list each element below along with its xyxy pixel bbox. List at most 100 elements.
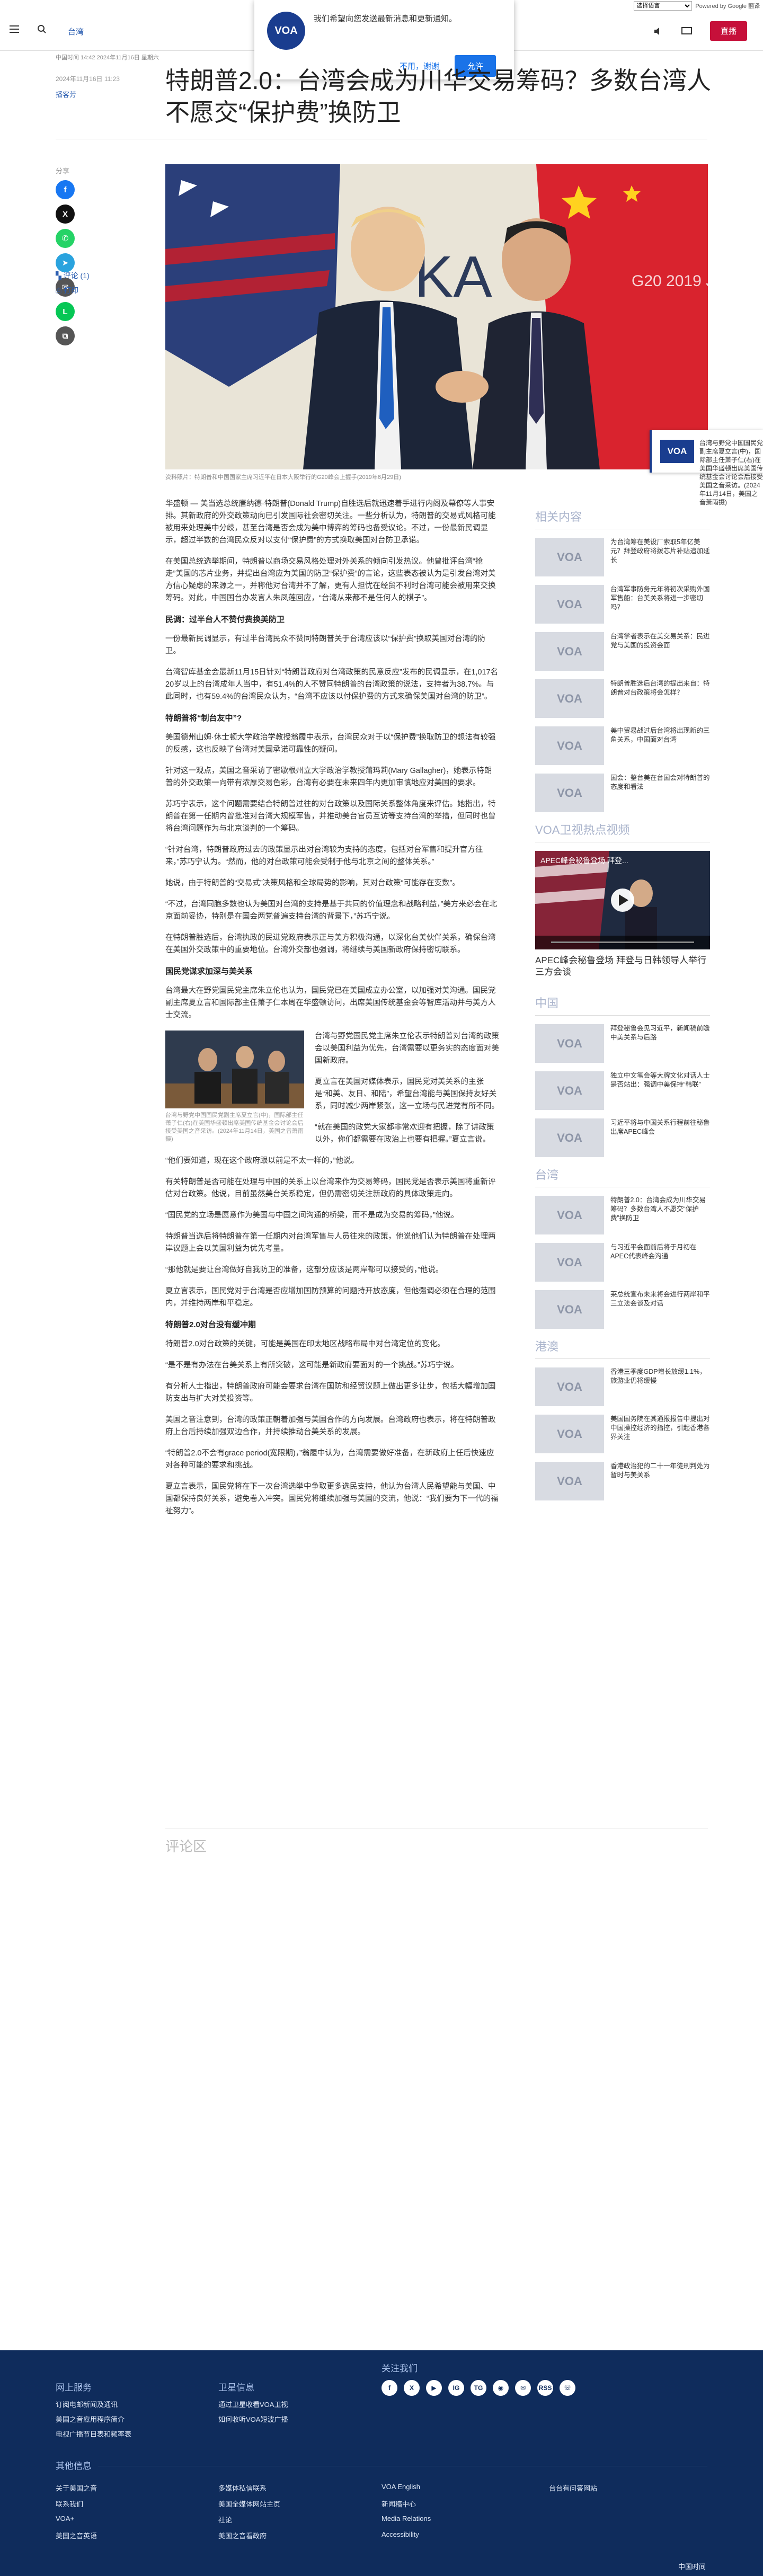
rss-icon[interactable]: RSS [537,2380,553,2396]
footer-link[interactable]: Accessibility [382,2530,419,2538]
footer-heading: 关注我们 [382,2364,418,2374]
comments-link[interactable]: ▚ 评论 (1) [56,270,90,281]
paragraph: 针对这一观点，美国之音采访了密歇根州立大学政治学教授蒲玛莉(Mary Galla… [165,767,492,787]
paragraph: 苏巧宁表示，这个问题需要结合特朗普过往的对台政策以及国际关系整体角度来评估。她指… [165,800,496,833]
related-item[interactable]: VOA 特朗普胜选后台湾的提出来自：特朗普对台政策将会怎样？ [535,679,710,718]
related-item[interactable]: VOA 美中贸易战过后台湾将出现新的三角关系，中国面对台湾 [535,726,710,765]
hk-heading: 港澳 [535,1337,710,1359]
social-icons: f X ▶ IG TG ◉ ✉ RSS ☏ [382,2380,575,2396]
phone-icon[interactable]: ☏ [560,2380,575,2396]
footer-link[interactable]: 新闻稿中心 [382,2499,416,2509]
footer-link[interactable]: 联系我们 [56,2499,83,2509]
tv-icon[interactable] [681,26,692,35]
section-link[interactable]: 台湾 [68,26,84,37]
footer-link[interactable]: 美国之音看政府 [218,2530,267,2541]
thumbnail: VOA [535,1196,604,1234]
floating-promo[interactable]: VOA 台湾与野党中国国民党副主席夏立言(中)，国际部主任萧子仁(右)在美国华盛… [650,430,763,506]
video-overlay-title: APEC峰会秘鲁登场 拜登... [540,856,628,865]
paragraph: 台湾智库基金会最新11月15日针对“特朗普政府对台湾政策的民意反应”发布的民调显… [165,668,499,701]
related-item[interactable]: VOA 国会：鉴台美在台国会对特朗普的态度和看法 [535,774,710,812]
footer-link[interactable]: 美国全媒体网站主页 [218,2499,280,2509]
taiwan-heading: 台湾 [535,1166,710,1187]
related-item[interactable]: VOA 台湾军事防务元年将初次采购外国军售船：台美关系将进一步密切吗？ [535,585,710,624]
footer-link[interactable]: 电视广播节目表和频率表 [56,2429,131,2439]
hk-item[interactable]: VOA 美国国务院在其通报报告中提出对中国操控经济的指控，引起香港各界关注 [535,1415,710,1453]
line-icon[interactable]: L [56,302,75,321]
footer-heading: 网上服务 [56,2383,92,2393]
search-icon[interactable] [37,24,47,34]
paragraph: 她说，由于特朗普的“交易式”决策风格和全球局势的影响，其对台政策“可能存在变数”… [165,879,460,887]
video-player[interactable]: APEC峰会秘鲁登场 拜登... [535,851,710,949]
speaker-icon[interactable] [654,27,663,35]
powered-by-text: Powered by Google 翻译 [695,3,760,10]
taiwan-item[interactable]: VOA 与习近平会面前后将于月初在APEC代表峰会沟通 [535,1243,710,1282]
paragraph: 有关特朗普是否可能在处理与中国的关系上以台湾来作为交易筹码，国民党是否表示美国将… [165,1178,496,1198]
email-icon[interactable]: ✉ [515,2380,531,2396]
promo-text: 台湾与野党中国国民党副主席夏立言(中)，国际部主任萧子仁(右)在美国华盛顿出席美… [699,439,763,506]
thumbnail: VOA [535,774,604,812]
print-link[interactable]: ⎙ 打印 [56,285,78,296]
youtube-icon[interactable]: ▶ [426,2380,442,2396]
video-heading: VOA卫视热点视频 [535,821,710,842]
paragraph: 夏立言表示，国民党将在下一次台湾选举中争取更多选民支持，他认为台湾人民希望能与美… [165,1482,499,1515]
whatsapp-icon[interactable]: ✆ [56,229,75,248]
taiwan-item[interactable]: VOA 莱总统宣布未来将会进行两岸和平三立法会谈及对话 [535,1290,710,1329]
footer-bottom-text: 中国时间 [678,2563,706,2571]
thumbnail: VOA [535,585,604,624]
footer-link[interactable]: VOA English [382,2483,420,2491]
hero-sign-left: KA [414,244,492,309]
hk-item[interactable]: VOA 香港三季度GDP增长放缓1.1%，旅游业仍将缓慢 [535,1367,710,1406]
facebook-icon[interactable]: f [56,180,75,199]
footer-link[interactable]: Media Relations [382,2515,431,2522]
thumbnail: VOA [535,1024,604,1063]
footer-heading: 其他信息 [56,2458,98,2472]
related-item[interactable]: VOA 为台湾筹在美设厂索取5年亿美元？拜登政府将拨芯片补贴追加延长 [535,538,710,576]
subheading: 国民党谋求加深与美关系 [165,967,253,976]
x-icon[interactable]: X [56,205,75,224]
china-item[interactable]: VOA 独立中文笔会等大牌文化对话人士是否站出：强调中美保持“韩联” [535,1071,710,1110]
language-select[interactable]: 选择语言 [634,1,693,11]
telegram-icon[interactable]: ➤ [56,253,75,272]
footer-link[interactable]: 社论 [218,2515,232,2525]
facebook-icon[interactable]: f [382,2380,397,2396]
paragraph: 在特朗普胜选后，台湾执政的民进党政府表示正与美方积极沟通，以深化台美伙伴关系，确… [165,934,496,954]
author-link[interactable]: 播客芳 [56,89,76,99]
share-label: 分享 [56,167,70,175]
footer-link[interactable]: 如何收听VOA短波广播 [218,2414,288,2424]
article-title: 特朗普2.0：台湾会成为川华交易筹码？多数台湾人不愿交“保护费”换防卫 [165,67,711,126]
footer-link[interactable]: 通过卫星收看VOA卫视 [218,2399,288,2409]
related-item[interactable]: VOA 台湾学者表示在美交易关系：民进党与美国的投资会面 [535,632,710,671]
x-icon[interactable]: X [404,2380,420,2396]
copy-link-icon[interactable]: ⧉ [56,326,75,345]
related-heading: 相关内容 [535,508,710,529]
footer-link[interactable]: VOA+ [56,2515,74,2522]
thumbnail: VOA [535,1462,604,1500]
thumbnail: VOA [535,1071,604,1110]
instagram-icon[interactable]: IG [448,2380,464,2396]
taiwan-item[interactable]: VOA 特朗普2.0：台湾会成为川华交易筹码？多数台湾人不愿交“保护费”换防卫 [535,1196,710,1234]
footer-link[interactable]: 美国之音英语 [56,2530,97,2541]
footer-link[interactable]: 关于美国之音 [56,2483,97,2493]
paragraph: 美国之音注意到，台湾的政策正朝着加强与美国合作的方向发展。台湾政府也表示，将在特… [165,1416,496,1436]
china-item[interactable]: VOA 拜登秘鲁会见习近平，新闻稿前瞻中美关系与后路 [535,1024,710,1063]
hk-item[interactable]: VOA 香港政治犯的二十一年徒刑判处为暂时与美关系 [535,1462,710,1500]
china-heading: 中国 [535,994,710,1016]
telegram-icon[interactable]: TG [471,2380,486,2396]
footer-link[interactable]: 多媒体私信联系 [218,2483,267,2493]
footer-link[interactable]: 台台有问答网站 [549,2483,597,2493]
hero-image: KA G20 2019 JAPAN [165,164,708,469]
paragraph: 在美国总统选举期间，特朗普以商场交易风格处理对外关系的倾向引发热议。他曾批评台湾… [165,557,496,602]
google-translate-bar: 选择语言 Powered by Google 翻译 [604,0,763,12]
footer-link[interactable]: 订阅电邮新闻及通讯 [56,2399,118,2409]
paragraph: “那他就是要让台湾做好自我防卫的准备，这部分应该是两岸都可以接受的，”他说。 [165,1266,443,1274]
hero-sign-right: G20 2019 JAPAN [632,272,708,290]
china-item[interactable]: VOA 习近平将与中国关系行程前往秘鲁出席APEC峰会 [535,1118,710,1157]
podcast-icon[interactable]: ◉ [493,2380,509,2396]
paragraph: 一份最新民调显示，有过半台湾民众不赞同特朗普关于台湾应该以“保护费”换取美国对台… [165,635,486,655]
voa-logo: VOA [660,440,694,463]
thumbnail: VOA [535,1290,604,1329]
live-button[interactable]: 直播 [709,21,747,41]
menu-icon[interactable] [10,25,19,33]
video-caption[interactable]: APEC峰会秘鲁登场 拜登与日韩领导人举行三方会谈 [535,955,710,978]
footer-link[interactable]: 美国之音应用程序简介 [56,2414,125,2424]
